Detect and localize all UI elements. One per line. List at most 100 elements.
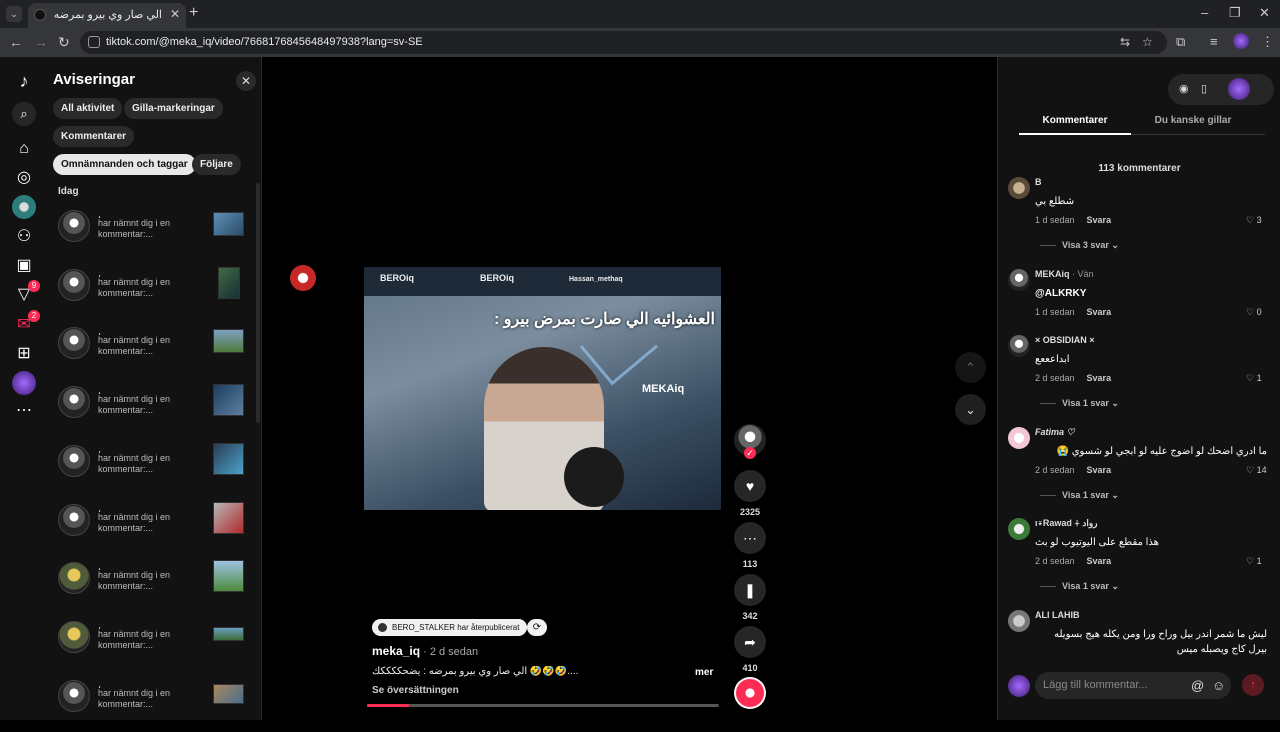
profile-icon[interactable] [12, 371, 36, 395]
messages-icon[interactable]: ✉ 2 [12, 310, 40, 337]
following-avatar-icon[interactable] [12, 195, 36, 219]
reply-button[interactable]: Svara [1087, 373, 1112, 383]
comment-user[interactable]: B [1035, 177, 1042, 187]
list-item[interactable]: ، har nämnt dig i en kommentar:... [48, 674, 254, 732]
avatar[interactable] [58, 269, 90, 301]
reply-button[interactable]: Svara [1087, 307, 1112, 317]
video-thumbnail[interactable] [213, 443, 244, 475]
list-item[interactable]: ، har nämnt dig i en kommentar:... [48, 204, 254, 262]
repost-icon[interactable]: ⟳ [527, 619, 547, 636]
like-icon[interactable]: ♥ [734, 470, 766, 502]
inbox-icon[interactable]: ▽ 9 [12, 280, 40, 307]
video-thumbnail[interactable] [213, 560, 244, 592]
avatar[interactable] [1008, 335, 1030, 357]
follow-icon[interactable]: ✓ [744, 447, 756, 459]
list-item[interactable]: ، har nämnt dig i en kommentar:... [48, 556, 254, 614]
author-name[interactable]: meka_iq [372, 644, 420, 658]
avatar[interactable] [58, 445, 90, 477]
emoji-icon[interactable]: ☺ [1212, 678, 1225, 693]
avatar[interactable] [58, 504, 90, 536]
maximize-icon[interactable]: ❐ [1229, 5, 1241, 21]
avatar[interactable] [58, 327, 90, 359]
avatar[interactable] [1008, 269, 1030, 291]
profile-avatar[interactable] [1233, 33, 1249, 49]
mention-icon[interactable]: @ [1191, 678, 1204, 693]
comment-user[interactable]: MEKAiq · Vän [1035, 269, 1094, 279]
comment-user[interactable]: × OBSIDIAN × [1035, 335, 1095, 345]
avatar[interactable] [58, 621, 90, 653]
view-replies-button[interactable]: Visa 1 svar ⌄ [1040, 398, 1119, 409]
site-info-icon[interactable] [88, 36, 100, 48]
close-icon[interactable]: ✕ [236, 71, 256, 91]
avatar[interactable] [58, 562, 90, 594]
media-controls-icon[interactable]: ≡ [1210, 34, 1218, 49]
chip-mentions[interactable]: Omnämnanden och taggar [53, 154, 196, 175]
like-icon[interactable]: ♡ 1 [1246, 556, 1262, 567]
video-thumbnail[interactable] [213, 502, 244, 534]
profile-avatar[interactable] [1228, 78, 1250, 100]
list-item[interactable]: ، har nämnt dig i en kommentar:... [48, 615, 254, 673]
send-button[interactable]: ↑ [1242, 674, 1264, 696]
avatar[interactable] [1008, 177, 1030, 199]
explore-icon[interactable]: ◎ [12, 166, 36, 190]
comment-user[interactable]: ı⍣Rawad ⍭ رواد [1035, 518, 1098, 529]
friends-icon[interactable]: ⚇ [12, 225, 36, 249]
video-thumbnail[interactable] [218, 267, 240, 299]
reload-icon[interactable]: ↻ [58, 34, 70, 51]
like-icon[interactable]: ♡ 0 [1246, 307, 1262, 318]
tab-close-icon[interactable]: ✕ [170, 7, 180, 21]
video-thumbnail[interactable] [213, 329, 244, 353]
view-replies-button[interactable]: Visa 3 svar ⌄ [1040, 240, 1119, 251]
avatar[interactable] [58, 210, 90, 242]
reply-button[interactable]: Svara [1087, 215, 1112, 225]
device-icon[interactable]: ▯ [1201, 82, 1207, 95]
video-thumbnail[interactable] [213, 627, 244, 641]
comment-user[interactable]: Fatima ♡ [1035, 427, 1075, 438]
scrollbar[interactable] [256, 183, 260, 423]
video-thumbnail[interactable] [213, 684, 244, 704]
forward-icon[interactable]: → [34, 34, 48, 50]
repost-badge[interactable]: BERO_STALKER har återpublicerat [372, 619, 528, 636]
like-icon[interactable]: ♡ 14 [1246, 465, 1267, 476]
translate-icon[interactable]: ⇆ [1120, 35, 1130, 49]
chip-followers[interactable]: Följare [192, 154, 241, 175]
music-disc-icon[interactable] [734, 677, 766, 709]
avatar[interactable] [58, 680, 90, 712]
live-icon[interactable]: ▣ [12, 254, 36, 278]
video-progress-bar[interactable] [367, 704, 719, 707]
like-icon[interactable]: ♡ 1 [1246, 373, 1262, 384]
home-icon[interactable]: ⌂ [12, 137, 36, 161]
view-replies-button[interactable]: Visa 1 svar ⌄ [1040, 490, 1119, 501]
list-item[interactable]: ، har nämnt dig i en kommentar:... [48, 498, 254, 556]
chip-comments[interactable]: Kommentarer [53, 126, 135, 147]
minimize-icon[interactable]: – [1201, 5, 1208, 20]
share-icon[interactable]: ➦ [734, 626, 766, 658]
like-icon[interactable]: ♡ 3 [1246, 215, 1262, 226]
window-close-icon[interactable]: ✕ [1259, 5, 1270, 21]
avatar[interactable] [1008, 518, 1030, 540]
coins-icon[interactable]: ◉ [1179, 82, 1189, 95]
video-thumbnail[interactable] [213, 384, 244, 416]
add-comment-input[interactable]: Lägg till kommentar... @ ☺ [1035, 672, 1231, 699]
list-item[interactable]: ، har nämnt dig i en kommentar:... [48, 380, 254, 438]
address-bar[interactable]: tiktok.com/@meka_iq/video/76681768456484… [80, 31, 1167, 54]
video-player[interactable]: BEROiq BEROiq Hassan_methaq العشوائيه ال… [364, 267, 721, 510]
back-icon[interactable]: ← [9, 34, 23, 50]
see-translation-link[interactable]: Se översättningen [372, 685, 459, 696]
browser-tab[interactable]: الي صار وي بيرو بمرضه : يضحكككك ✕ [28, 3, 186, 28]
more-icon[interactable]: ⋯ [12, 399, 36, 423]
chip-all-activity[interactable]: All aktivitet [53, 98, 123, 119]
reply-button[interactable]: Svara [1087, 465, 1112, 475]
comment-user[interactable]: ALI LAHIB [1035, 610, 1080, 620]
chip-likes[interactable]: Gilla-markeringar [124, 98, 223, 119]
list-item[interactable]: ، har nämnt dig i en kommentar:... [48, 439, 254, 497]
search-icon[interactable]: ⌕ [12, 102, 36, 126]
extensions-icon[interactable]: ⧉ [1176, 34, 1185, 50]
new-tab-icon[interactable]: + [189, 4, 198, 22]
tiktok-logo-icon[interactable]: ♪ [12, 69, 36, 93]
avatar[interactable] [1008, 610, 1030, 632]
more-button[interactable]: mer [695, 667, 713, 678]
comment-icon[interactable]: ⋯ [734, 522, 766, 554]
avatar[interactable] [1008, 427, 1030, 449]
tab-you-may-like[interactable]: Du kanske gillar [1137, 115, 1249, 126]
